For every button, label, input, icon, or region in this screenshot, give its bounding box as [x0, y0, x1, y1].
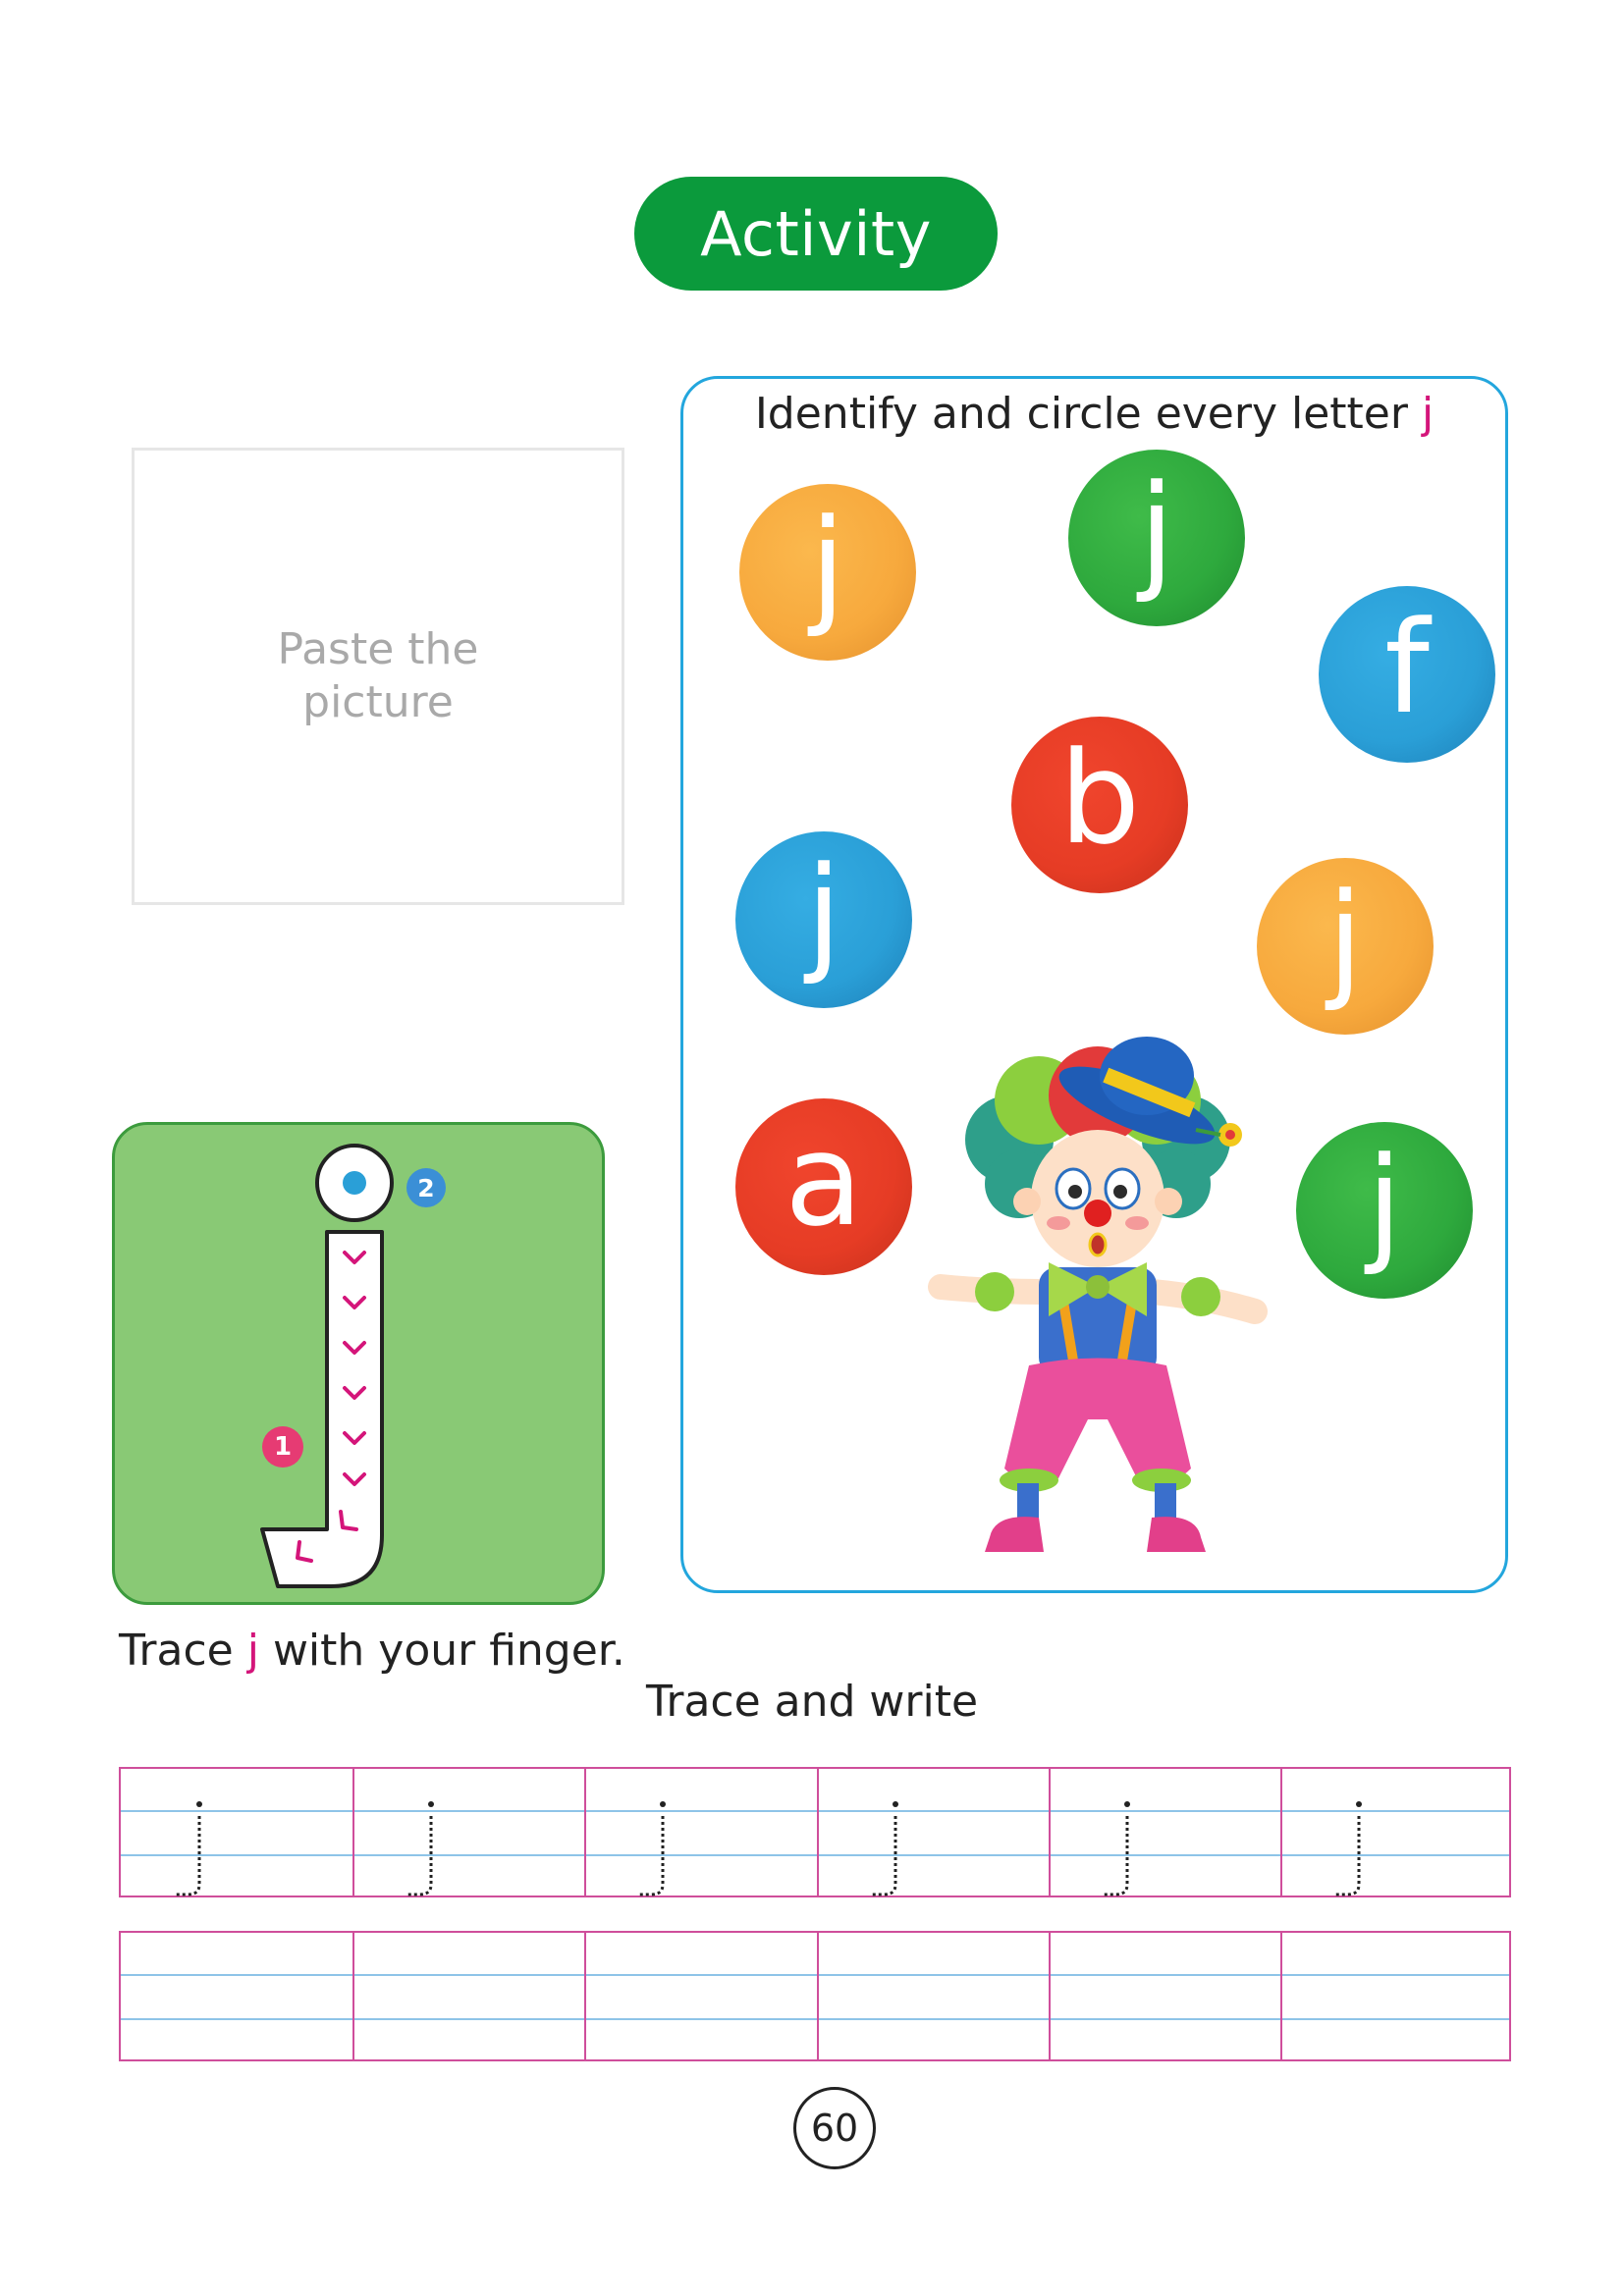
- cell-divider: [584, 1769, 586, 1896]
- letter-ball-text: j: [1326, 865, 1364, 1014]
- cell-divider: [1049, 1769, 1051, 1896]
- letter-ball-j-green-1[interactable]: j: [1068, 450, 1245, 626]
- cell-divider: [352, 1933, 354, 2059]
- letter-ball-j-orange-1[interactable]: j: [739, 484, 916, 661]
- activity-title: Activity: [634, 177, 998, 291]
- dotted-j-trace[interactable]: [862, 1769, 921, 1899]
- cell-divider: [1049, 1933, 1051, 2059]
- dotted-j-trace[interactable]: [629, 1769, 688, 1899]
- cell-divider: [352, 1769, 354, 1896]
- traceable-j-graphic[interactable]: [115, 1125, 602, 1602]
- page-number: 60: [793, 2087, 876, 2169]
- guide-line-top: [121, 1974, 1509, 1976]
- letter-ball-text: b: [1058, 723, 1141, 873]
- cell-divider: [1280, 1769, 1282, 1896]
- letter-ball-j-green-2[interactable]: j: [1296, 1122, 1473, 1299]
- guide-line-top: [121, 1810, 1509, 1812]
- step-badge-1-text: 1: [273, 1432, 293, 1462]
- letter-ball-text: j: [809, 491, 846, 640]
- cell-divider: [817, 1933, 819, 2059]
- guide-line-middle: [121, 1854, 1509, 1856]
- trace-caption-after: with your finger.: [258, 1626, 625, 1676]
- guide-line-middle: [121, 2018, 1509, 2020]
- activity-title-text: Activity: [700, 197, 932, 270]
- letter-ball-text: a: [785, 1105, 863, 1255]
- trace-finger-panel: 1 2: [112, 1122, 605, 1605]
- dotted-j-trace[interactable]: [1094, 1769, 1153, 1899]
- circle-letter-panel: Identify and circle every letter j j j f…: [680, 376, 1508, 1593]
- trace-write-title: Trace and write: [0, 1677, 1624, 1727]
- trace-caption-before: Trace: [119, 1626, 247, 1676]
- trace-finger-caption: Trace j with your finger.: [119, 1626, 625, 1676]
- trace-caption-letter: j: [246, 1626, 259, 1676]
- letter-ball-b-red[interactable]: b: [1011, 717, 1188, 893]
- step-badge-2-text: 2: [417, 1173, 435, 1202]
- letter-ball-a-red[interactable]: a: [735, 1098, 912, 1275]
- cell-divider: [1280, 1933, 1282, 2059]
- page-number-text: 60: [810, 2107, 859, 2150]
- clown-illustration: [928, 1037, 1268, 1552]
- step-badge-1: 1: [262, 1426, 303, 1468]
- write-guide-row[interactable]: [119, 1931, 1511, 2061]
- letter-ball-text: j: [1138, 456, 1175, 606]
- trace-guide-row[interactable]: [119, 1767, 1511, 1897]
- dotted-j-trace[interactable]: [1326, 1769, 1384, 1899]
- trace-write-title-text: Trace and write: [645, 1677, 979, 1727]
- paste-picture-box[interactable]: Paste the picture: [132, 448, 624, 905]
- cell-divider: [817, 1769, 819, 1896]
- paste-label-line1: Paste the: [277, 624, 479, 674]
- dotted-j-trace[interactable]: [166, 1769, 225, 1899]
- dotted-j-trace[interactable]: [398, 1769, 457, 1899]
- letter-ball-text: f: [1384, 593, 1430, 742]
- step-badge-2: 2: [406, 1168, 446, 1207]
- letter-ball-text: j: [1366, 1129, 1403, 1278]
- cell-divider: [584, 1933, 586, 2059]
- letter-ball-text: j: [805, 838, 842, 988]
- letter-ball-j-orange-2[interactable]: j: [1257, 858, 1434, 1035]
- letter-ball-f-blue[interactable]: f: [1319, 586, 1495, 763]
- circle-instruction: Identify and circle every letter j: [683, 389, 1505, 439]
- paste-picture-label: Paste the picture: [250, 623, 506, 729]
- paste-label-line2: picture: [302, 677, 454, 727]
- circle-target-letter: j: [1421, 389, 1435, 439]
- letter-ball-j-blue[interactable]: j: [735, 831, 912, 1008]
- circle-instruction-text: Identify and circle every letter: [754, 389, 1422, 439]
